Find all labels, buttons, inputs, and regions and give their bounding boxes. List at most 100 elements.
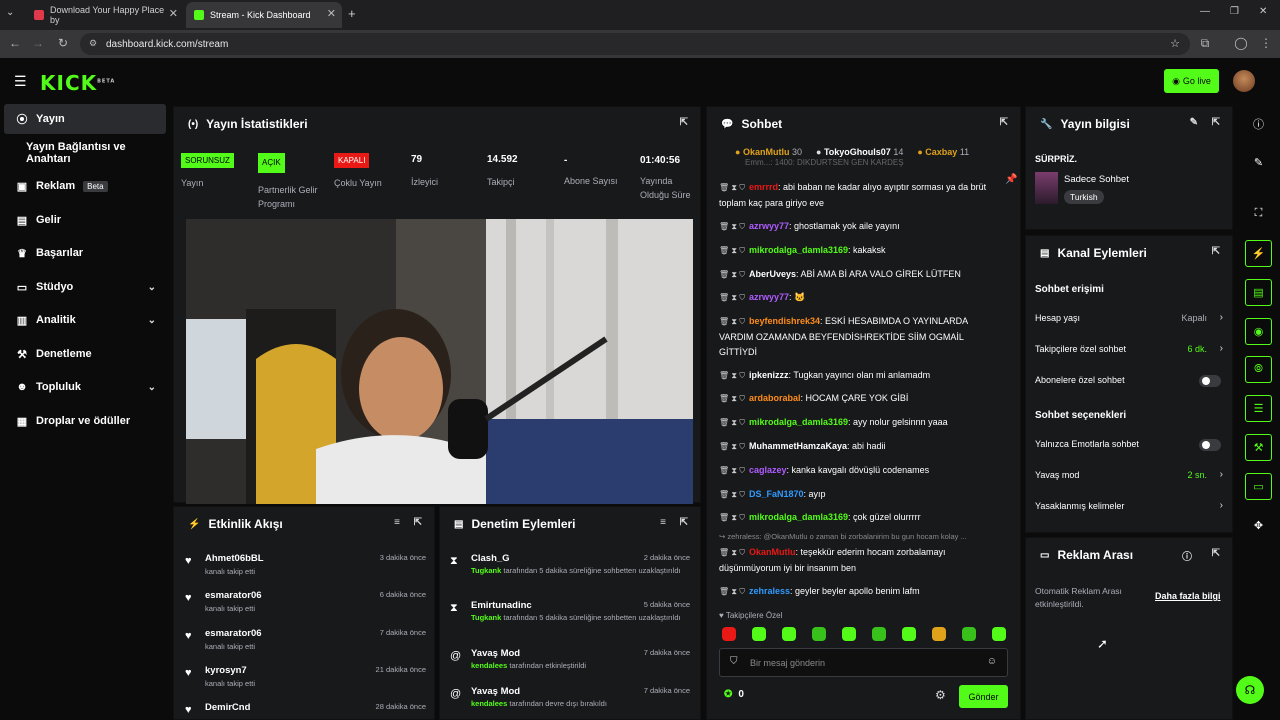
tab-stream[interactable]: Stream - Kick Dashboard ✕ bbox=[186, 2, 342, 28]
mod-tools-icon[interactable]: 🗑 ⧗ ⛉ bbox=[719, 222, 745, 231]
chat-username[interactable]: zehraless bbox=[749, 586, 790, 596]
learn-more-link[interactable]: Daha fazla bilgi bbox=[1155, 591, 1221, 601]
sidebar-item-reklam[interactable]: ▣ Reklam Beta bbox=[4, 171, 166, 201]
info-icon[interactable]: ⓘ bbox=[1245, 110, 1272, 137]
chat-username[interactable]: OkanMutlu bbox=[749, 547, 796, 557]
emote-icon[interactable] bbox=[932, 627, 946, 641]
menu-dots-icon[interactable]: ⋮ bbox=[1258, 36, 1274, 50]
broadcast-icon[interactable]: ⦾ bbox=[1245, 356, 1272, 383]
emoji-icon[interactable]: ☺ bbox=[987, 656, 997, 667]
leaderboard-item[interactable]: ● OkanMutlu 30 bbox=[735, 147, 802, 157]
popout-icon[interactable]: ⇱ bbox=[1212, 548, 1220, 559]
mod-tools-icon[interactable]: 🗑 ⧗ ⛉ bbox=[719, 466, 745, 475]
sidebar-item-topluluk[interactable]: ☻ Topluluk ⌄ bbox=[4, 372, 166, 402]
address-bar[interactable]: ⚙ dashboard.kick.com/stream ☆ bbox=[80, 33, 1190, 55]
mod-tools-icon[interactable]: 🗑 ⧗ ⛉ bbox=[719, 442, 745, 451]
sidebar-item-droplar[interactable]: ▦ Droplar ve ödüller bbox=[4, 406, 166, 436]
minimize-icon[interactable]: — bbox=[1200, 6, 1210, 17]
edit-pencil-icon[interactable]: ✎ bbox=[1190, 117, 1198, 128]
chat-username[interactable]: AberUveys bbox=[749, 269, 796, 279]
mod-tools-icon[interactable]: 🗑 ⧗ ⛉ bbox=[719, 418, 745, 427]
tab-download[interactable]: Download Your Happy Place by ✕ bbox=[26, 2, 184, 28]
chat-username[interactable]: ipkenizzz bbox=[749, 370, 789, 380]
filter-icon[interactable]: ≡ bbox=[660, 517, 666, 528]
setting-account-age[interactable]: Hesap yaşı Kapalı › bbox=[1035, 312, 1225, 327]
chat-username[interactable]: ardaborabal bbox=[749, 393, 801, 403]
popout-icon[interactable]: ⇱ bbox=[680, 517, 688, 528]
setting-followers-only[interactable]: Takipçilere özel sohbet 6 dk. › bbox=[1035, 343, 1225, 358]
chat-username[interactable]: DS_FaN1870 bbox=[749, 489, 804, 499]
sidebar-item-yayin[interactable]: ⦿ Yayın bbox=[4, 104, 166, 134]
tab-list-icon[interactable]: ⌄ bbox=[6, 7, 14, 18]
chat-bubble-icon[interactable]: ◉ bbox=[1245, 318, 1272, 345]
mod-tools-icon[interactable]: 🗑 ⧗ ⛉ bbox=[719, 394, 745, 403]
chat-settings-gear-icon[interactable]: ⚙ bbox=[935, 688, 946, 702]
kick-logo[interactable]: KICKBETA bbox=[40, 71, 115, 95]
sidebar-item-analitik[interactable]: ▥ Analitik ⌄ bbox=[4, 305, 166, 335]
mod-actor[interactable]: kendalees bbox=[471, 661, 507, 670]
chat-username[interactable]: MuhammetHamzaKaya bbox=[749, 441, 847, 451]
close-tab-icon[interactable]: ✕ bbox=[169, 7, 178, 20]
mod-tools-icon[interactable]: 🗑 ⧗ ⛉ bbox=[719, 548, 745, 557]
chat-username[interactable]: azrwyy77 bbox=[749, 292, 789, 302]
tv-icon[interactable]: ▭ bbox=[1245, 473, 1272, 500]
category-name[interactable]: Sadece Sohbet bbox=[1064, 174, 1129, 185]
new-tab-icon[interactable]: + bbox=[348, 6, 356, 21]
pin-icon[interactable]: 📌 bbox=[1005, 174, 1017, 185]
popout-icon[interactable]: ⇱ bbox=[1212, 246, 1220, 257]
emote-icon[interactable] bbox=[782, 627, 796, 641]
chat-username[interactable]: emrrrd bbox=[749, 182, 778, 192]
emote-icon[interactable] bbox=[812, 627, 826, 641]
emote-icon[interactable] bbox=[992, 627, 1006, 641]
emote-icon[interactable] bbox=[722, 627, 736, 641]
reload-icon[interactable]: ↻ bbox=[55, 36, 71, 50]
chat-username[interactable]: azrwyy77 bbox=[749, 221, 789, 231]
add-widget-icon[interactable]: ✥ bbox=[1245, 512, 1272, 539]
mod-tools-icon[interactable]: 🗑 ⧗ ⛉ bbox=[719, 293, 745, 302]
back-icon[interactable]: ← bbox=[7, 36, 23, 50]
popout-icon[interactable]: ⇱ bbox=[1212, 117, 1220, 128]
emote-icon[interactable] bbox=[842, 627, 856, 641]
sidebar-item-denetleme[interactable]: ⚒ Denetleme bbox=[4, 339, 166, 369]
mod-tools-icon[interactable]: 🗑 ⧗ ⛉ bbox=[719, 371, 745, 380]
wrench-icon[interactable]: ⚒ bbox=[1245, 434, 1272, 461]
emote-only-toggle[interactable] bbox=[1199, 439, 1221, 451]
mod-actor[interactable]: Tugkank bbox=[471, 566, 501, 575]
chat-username[interactable]: beyfendishrek34 bbox=[749, 316, 820, 326]
extensions-icon[interactable]: ⧉ bbox=[1197, 36, 1213, 51]
close-tab-icon[interactable]: ✕ bbox=[327, 7, 336, 20]
go-live-button[interactable]: ◉ Go live bbox=[1164, 69, 1219, 93]
fullscreen-icon[interactable]: ⛶ bbox=[1245, 200, 1272, 227]
chat-username[interactable]: mikrodalga_damla3169 bbox=[749, 417, 848, 427]
send-button[interactable]: Gönder bbox=[959, 685, 1008, 708]
channel-points[interactable]: ✪ 0 bbox=[724, 689, 744, 700]
mod-tools-icon[interactable]: 🗑 ⧗ ⛉ bbox=[719, 270, 745, 279]
chat-username[interactable]: mikrodalga_damla3169 bbox=[749, 512, 848, 522]
avatar[interactable] bbox=[1233, 70, 1255, 92]
chat-username[interactable]: caglazey bbox=[749, 465, 787, 475]
setting-banned-words[interactable]: Yasaklanmış kelimeler › bbox=[1035, 500, 1225, 515]
popout-icon[interactable]: ⇱ bbox=[1000, 117, 1008, 128]
mod-actor[interactable]: kendalees bbox=[471, 699, 507, 708]
mod-tools-icon[interactable]: 🗑 ⧗ ⛉ bbox=[719, 513, 745, 522]
chat-input[interactable]: ⛉ Bir mesaj gönderin ☺ bbox=[719, 648, 1008, 677]
leaderboard-item[interactable]: ● TokyoGhouls07 14 bbox=[816, 147, 903, 157]
profile-icon[interactable]: ◯ bbox=[1233, 36, 1249, 50]
mod-tools-icon[interactable]: 🗑 ⧗ ⛉ bbox=[719, 317, 745, 326]
popout-icon[interactable]: ⇱ bbox=[680, 117, 688, 128]
emote-icon[interactable] bbox=[902, 627, 916, 641]
chat-username[interactable]: mikrodalga_damla3169 bbox=[749, 245, 848, 255]
site-info-icon[interactable]: ⚙ bbox=[89, 38, 97, 49]
forward-icon[interactable]: → bbox=[30, 36, 46, 50]
stream-preview-video[interactable] bbox=[186, 219, 693, 504]
mod-tools-icon[interactable]: 🗑 ⧗ ⛉ bbox=[719, 246, 745, 255]
sidebar-item-studyo[interactable]: ▭ Stüdyo ⌄ bbox=[4, 272, 166, 302]
lightning-icon[interactable]: ⚡ bbox=[1245, 240, 1272, 267]
emote-icon[interactable] bbox=[872, 627, 886, 641]
bookmark-star-icon[interactable]: ☆ bbox=[1170, 37, 1180, 50]
edit-pencil-icon[interactable]: ✎ bbox=[1245, 149, 1272, 176]
emote-icon[interactable] bbox=[752, 627, 766, 641]
sidebar-item-basarilar[interactable]: ♛ Başarılar bbox=[4, 238, 166, 268]
mod-tools-icon[interactable]: 🗑 ⧗ ⛉ bbox=[719, 183, 745, 192]
server-icon[interactable]: ☰ bbox=[1245, 395, 1272, 422]
